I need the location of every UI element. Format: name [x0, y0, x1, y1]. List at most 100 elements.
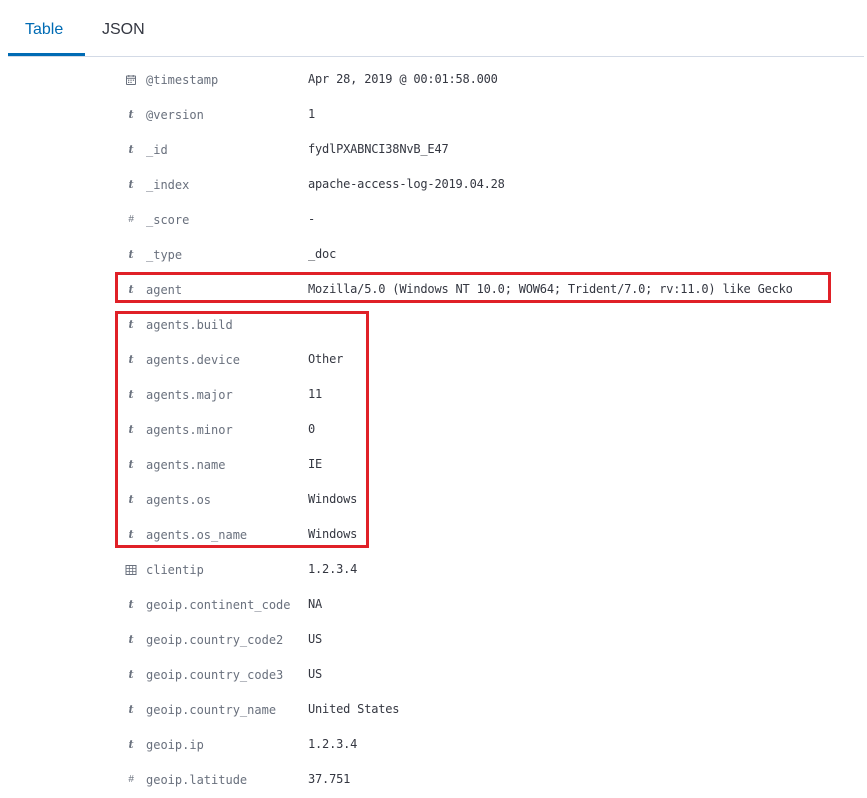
field-name: agents.minor	[146, 423, 233, 437]
field-name: geoip.continent_code	[146, 598, 291, 612]
string-type-icon: t	[124, 353, 138, 367]
string-type-icon: t	[124, 423, 138, 437]
field-value: Mozilla/5.0 (Windows NT 10.0; WOW64; Tri…	[308, 282, 793, 296]
field-row: t agent Mozilla/5.0 (Windows NT 10.0; WOW6…	[0, 273, 867, 308]
string-type-icon: t	[124, 283, 138, 297]
field-row: t geoip.country_code2 US	[0, 623, 867, 658]
field-name: agents.build	[146, 318, 233, 332]
field-row: t agents.name IE	[0, 448, 867, 483]
document-field-table: @timestamp Apr 28, 2019 @ 00:01:58.000 t @v…	[0, 63, 867, 798]
field-row: t @version 1	[0, 98, 867, 133]
string-type-glyph: t	[128, 108, 134, 121]
field-row: @timestamp Apr 28, 2019 @ 00:01:58.000	[0, 63, 867, 98]
field-name: agents.os	[146, 493, 212, 507]
field-value: apache-access-log-2019.04.28	[308, 177, 505, 191]
field-name: @version	[146, 108, 204, 122]
string-type-glyph: t	[128, 738, 134, 751]
field-name: agents.name	[146, 458, 226, 472]
field-name: agent	[146, 283, 183, 297]
string-type-glyph: t	[128, 178, 134, 191]
field-row: t agents.build	[0, 308, 867, 343]
field-name: @timestamp	[146, 73, 219, 87]
field-row: t _index apache-access-log-2019.04.28	[0, 168, 867, 203]
field-value: Windows	[308, 492, 358, 506]
field-row: t geoip.continent_code NA	[0, 588, 867, 623]
field-value: Other	[308, 352, 344, 366]
field-value: Apr 28, 2019 @ 00:01:58.000	[308, 72, 498, 86]
field-name: agents.os_name	[146, 528, 248, 542]
string-type-glyph: t	[128, 528, 134, 541]
string-type-glyph: t	[128, 458, 134, 471]
field-value: 0	[308, 422, 316, 436]
string-type-icon: t	[124, 633, 138, 647]
string-type-icon: t	[124, 248, 138, 262]
string-type-glyph: t	[128, 703, 134, 716]
field-row: t agents.device Other	[0, 343, 867, 378]
string-type-glyph: t	[128, 283, 134, 296]
field-value: 1	[308, 107, 316, 121]
field-name: geoip.ip	[146, 738, 204, 752]
field-name: _id	[146, 143, 168, 157]
string-type-icon: t	[124, 703, 138, 717]
number-type-icon: #	[124, 213, 138, 227]
field-value: 1.2.3.4	[308, 737, 358, 751]
doc-view-tabs: Table JSON	[8, 0, 864, 57]
field-value: 1.2.3.4	[308, 562, 358, 576]
string-type-glyph: t	[128, 318, 134, 331]
string-type-icon: t	[124, 143, 138, 157]
field-value: United States	[308, 702, 400, 716]
string-type-icon: t	[124, 738, 138, 752]
field-value: US	[308, 667, 323, 681]
string-type-icon: t	[124, 108, 138, 122]
field-name: geoip.latitude	[146, 773, 248, 787]
field-name: _index	[146, 178, 190, 192]
string-type-icon: t	[124, 493, 138, 507]
field-value: -	[308, 212, 316, 226]
string-type-glyph: t	[128, 353, 134, 366]
field-value: Windows	[308, 527, 358, 541]
string-type-glyph: t	[128, 633, 134, 646]
field-value: 37.751	[308, 772, 351, 786]
tab-table[interactable]: Table	[25, 20, 63, 40]
field-row: # _score -	[0, 203, 867, 238]
field-name: clientip	[146, 563, 204, 577]
ip-address-icon	[124, 563, 138, 577]
string-type-icon: t	[124, 458, 138, 472]
string-type-glyph: t	[128, 668, 134, 681]
string-type-glyph: t	[128, 423, 134, 436]
field-name: geoip.country_code2	[146, 633, 284, 647]
string-type-icon: t	[124, 528, 138, 542]
field-name: geoip.country_name	[146, 703, 277, 717]
field-row: t agents.os_name Windows	[0, 518, 867, 553]
field-name: _type	[146, 248, 183, 262]
field-row: t _id fydlPXABNCI38NvB_E47	[0, 133, 867, 168]
field-value: IE	[308, 457, 323, 471]
string-type-glyph: t	[128, 598, 134, 611]
string-type-glyph: t	[128, 493, 134, 506]
field-row: t geoip.ip 1.2.3.4	[0, 728, 867, 763]
number-type-glyph: #	[128, 214, 134, 225]
number-type-glyph: #	[128, 774, 134, 785]
field-name: agents.device	[146, 353, 240, 367]
field-row: t geoip.country_code3 US	[0, 658, 867, 693]
field-row: clientip 1.2.3.4	[0, 553, 867, 588]
field-name: geoip.country_code3	[146, 668, 284, 682]
string-type-icon: t	[124, 598, 138, 612]
field-row: # geoip.latitude 37.751	[0, 763, 867, 798]
string-type-glyph: t	[128, 388, 134, 401]
string-type-icon: t	[124, 388, 138, 402]
field-value: _doc	[308, 247, 337, 261]
field-row: t agents.major 11	[0, 378, 867, 413]
string-type-icon: t	[124, 178, 138, 192]
number-type-icon: #	[124, 773, 138, 787]
string-type-glyph: t	[128, 143, 134, 156]
string-type-icon: t	[124, 318, 138, 332]
field-row: t geoip.country_name United States	[0, 693, 867, 728]
tab-json[interactable]: JSON	[102, 20, 145, 40]
field-name: _score	[146, 213, 190, 227]
string-type-icon: t	[124, 668, 138, 682]
field-value: US	[308, 632, 323, 646]
calendar-icon	[124, 73, 138, 87]
active-tab-indicator	[8, 53, 85, 56]
string-type-glyph: t	[128, 248, 134, 261]
